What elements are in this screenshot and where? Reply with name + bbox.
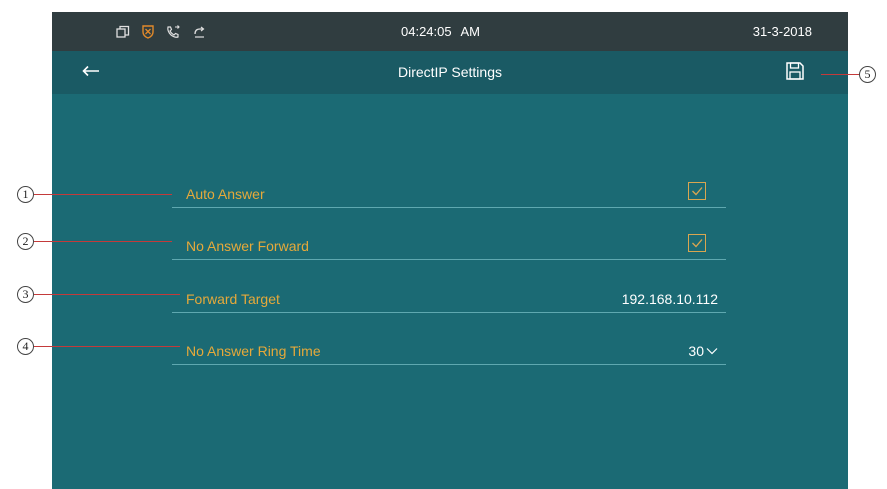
- device-screen: 04:24:05 AM 31-3-2018 DirectIP Settings …: [52, 12, 848, 489]
- status-bar: 04:24:05 AM 31-3-2018: [52, 12, 848, 51]
- ring-time-value: 30: [688, 343, 704, 359]
- callout-5: 5: [821, 66, 876, 83]
- save-button[interactable]: [782, 60, 808, 86]
- shield-icon: [141, 24, 155, 39]
- forward-target-input[interactable]: 192.168.10.112: [622, 291, 718, 307]
- status-time: 04:24:05 AM: [401, 24, 480, 39]
- forward-target-row[interactable]: Forward Target 192.168.10.112: [172, 278, 726, 313]
- save-icon: [785, 61, 805, 86]
- auto-answer-label: Auto Answer: [186, 186, 265, 202]
- callout-line: [34, 346, 180, 347]
- callout-number: 4: [17, 338, 34, 355]
- no-answer-ring-time-label: No Answer Ring Time: [186, 343, 321, 359]
- callout-number: 2: [17, 233, 34, 250]
- status-date: 31-3-2018: [752, 24, 812, 39]
- callout-line: [34, 241, 172, 242]
- page-title: DirectIP Settings: [397, 64, 502, 80]
- ring-time-select[interactable]: 30: [688, 342, 718, 360]
- no-answer-forward-checkbox[interactable]: [688, 234, 706, 252]
- callout-3: 3: [17, 286, 180, 303]
- callout-line: [34, 194, 172, 195]
- no-answer-ring-time-row[interactable]: No Answer Ring Time 30: [172, 330, 726, 365]
- callout-number: 3: [17, 286, 34, 303]
- phone-forward-icon: [166, 24, 181, 39]
- callout-number: 1: [17, 186, 34, 203]
- no-answer-forward-label: No Answer Forward: [186, 238, 309, 254]
- refresh-icon: [192, 25, 206, 39]
- callout-line: [821, 74, 859, 75]
- auto-answer-checkbox[interactable]: [688, 182, 706, 200]
- forward-target-label: Forward Target: [186, 291, 280, 307]
- callout-1: 1: [17, 186, 172, 203]
- callout-4: 4: [17, 338, 180, 355]
- window-icon: [116, 25, 130, 39]
- status-icons: [116, 12, 206, 51]
- no-answer-forward-row[interactable]: No Answer Forward: [172, 225, 726, 260]
- callout-line: [34, 294, 180, 295]
- auto-answer-row[interactable]: Auto Answer: [172, 173, 726, 208]
- chevron-down-icon: [706, 342, 718, 360]
- callout-number: 5: [859, 66, 876, 83]
- title-bar: DirectIP Settings: [52, 51, 848, 94]
- callout-2: 2: [17, 233, 172, 250]
